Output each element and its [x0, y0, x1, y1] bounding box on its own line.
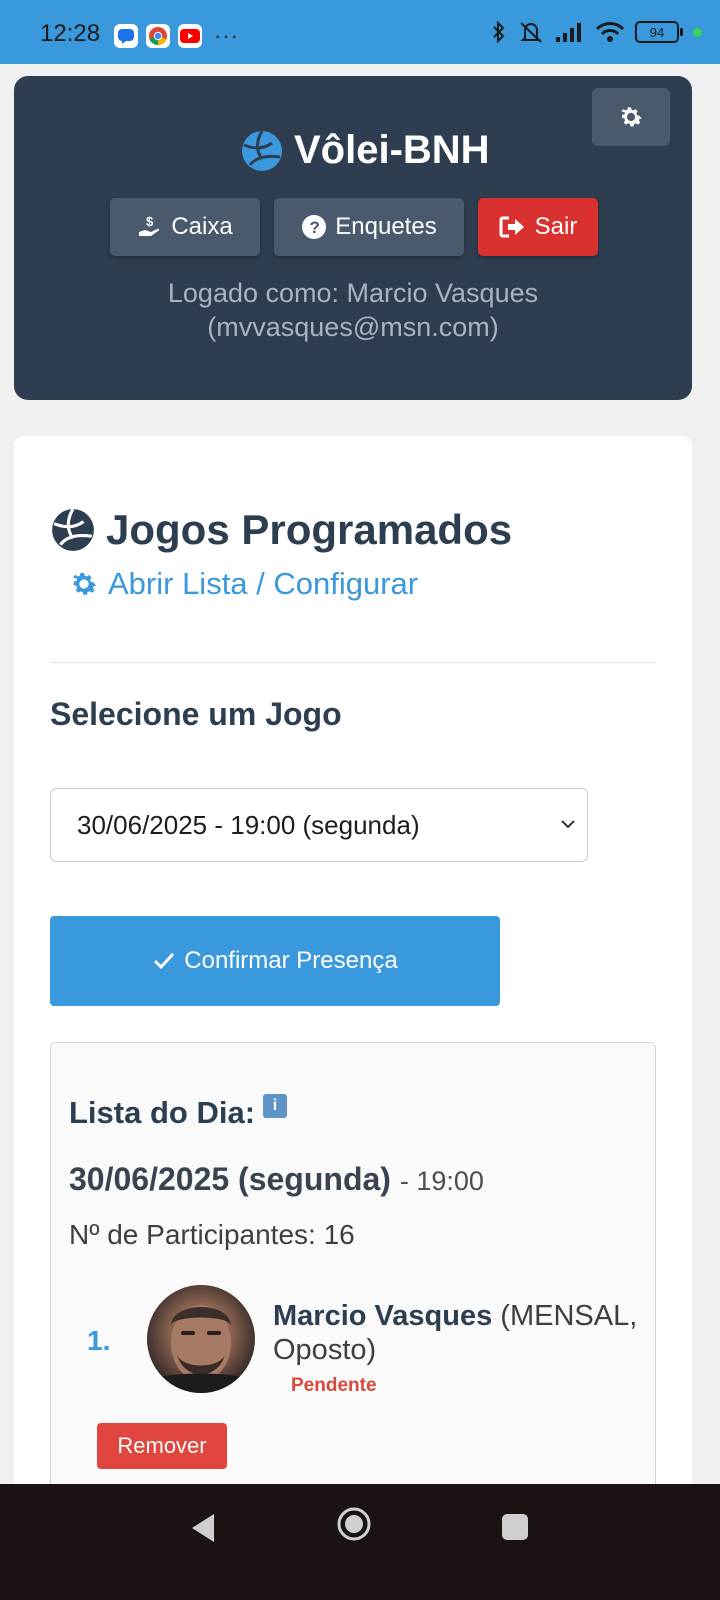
- divider: [50, 662, 656, 663]
- caixa-button[interactable]: $ Caixa: [110, 198, 260, 256]
- messages-icon: [114, 24, 138, 48]
- question-circle-icon: ?: [302, 215, 327, 239]
- app-title: Vôlei-BNH: [294, 128, 490, 172]
- avatar: [147, 1285, 255, 1393]
- battery-icon: 94: [635, 21, 683, 43]
- participants-count: Nº de Participantes: 16: [69, 1219, 355, 1250]
- app-header: Vôlei-BNH $ Caixa ? Enquetes Sair Logado: [14, 76, 692, 400]
- logout-icon: [499, 216, 524, 238]
- game-date: 30/06/2025 (segunda): [69, 1161, 391, 1197]
- silent-icon: [520, 22, 542, 43]
- settings-button[interactable]: [592, 88, 670, 146]
- check-icon: [154, 952, 175, 970]
- confirm-presence-label: Confirmar Presença: [184, 947, 398, 974]
- youtube-icon: [178, 24, 202, 48]
- logged-as-text: Logado como: Marcio Vasques: [167, 278, 539, 308]
- gear-icon: [72, 572, 97, 595]
- page-title: Jogos Programados: [106, 506, 513, 553]
- privacy-indicator-dot: [693, 27, 702, 37]
- hand-money-icon: $: [139, 214, 160, 236]
- volleyball-icon: [242, 129, 282, 171]
- logout-button[interactable]: Sair: [478, 198, 598, 256]
- system-icons: 94: [491, 20, 702, 44]
- clock: 12:28: [40, 20, 101, 47]
- header-nav: $ Caixa ? Enquetes Sair: [110, 198, 598, 256]
- day-list-panel: Lista do Dia: i 30/06/2025 (segunda) - 1…: [50, 1042, 656, 1522]
- list-item: 1. Marcio Vasques (MENSAL, Oposto) Pende…: [51, 1279, 655, 1419]
- remove-button[interactable]: Remover: [97, 1423, 227, 1469]
- back-icon[interactable]: [188, 1512, 218, 1544]
- recent-apps-icon[interactable]: [502, 1514, 528, 1540]
- status-badge: Pendente: [291, 1375, 377, 1396]
- game-time: - 19:00: [399, 1166, 484, 1196]
- chevron-down-icon: [561, 820, 575, 829]
- info-icon[interactable]: i: [263, 1094, 288, 1118]
- confirm-presence-button[interactable]: Confirmar Presença: [50, 916, 500, 1006]
- enquetes-button[interactable]: ? Enquetes: [274, 198, 464, 256]
- notification-icons: ···: [114, 23, 239, 49]
- home-icon[interactable]: [336, 1506, 372, 1542]
- game-select[interactable]: 30/06/2025 - 19:00 (segunda): [50, 788, 588, 862]
- logged-user-info: Logado como: Marcio Vasques (mvvasques@m…: [14, 276, 692, 344]
- svg-text:?: ?: [310, 218, 320, 237]
- brand: Vôlei-BNH: [240, 128, 490, 173]
- wifi-icon: [595, 22, 625, 42]
- system-nav-bar: [0, 1484, 720, 1600]
- day-list-heading: Lista do Dia:: [69, 1095, 256, 1130]
- volleyball-icon: [52, 508, 94, 551]
- game-date-line: 30/06/2025 (segunda) - 19:00: [69, 1161, 484, 1198]
- participant-name: Marcio Vasques: [273, 1300, 493, 1332]
- gear-icon: [621, 107, 642, 127]
- select-game-label: Selecione um Jogo: [50, 696, 342, 732]
- logout-label: Sair: [534, 213, 578, 240]
- chrome-icon: [146, 24, 170, 48]
- more-notifications-icon: ···: [214, 23, 239, 48]
- open-list-link[interactable]: Abrir Lista / Configurar: [68, 566, 418, 602]
- signal-icon: [556, 23, 581, 42]
- logged-email: (mvvasques@msn.com): [207, 312, 499, 342]
- games-card: Jogos Programados Abrir Lista / Configur…: [14, 436, 692, 1522]
- svg-text:$: $: [146, 214, 154, 229]
- bluetooth-icon: [493, 20, 505, 44]
- day-list-title: Lista do Dia: i: [69, 1094, 288, 1131]
- status-bar: 12:28 ··· 94: [0, 0, 720, 64]
- participant-info: Marcio Vasques (MENSAL, Oposto): [273, 1299, 643, 1367]
- caixa-label: Caixa: [171, 213, 233, 240]
- game-select-value: 30/06/2025 - 19:00 (segunda): [77, 809, 420, 840]
- participant-number: 1.: [87, 1325, 111, 1356]
- open-list-label: Abrir Lista / Configurar: [108, 566, 419, 601]
- enquetes-label: Enquetes: [335, 213, 437, 240]
- section-title: Jogos Programados: [50, 506, 512, 554]
